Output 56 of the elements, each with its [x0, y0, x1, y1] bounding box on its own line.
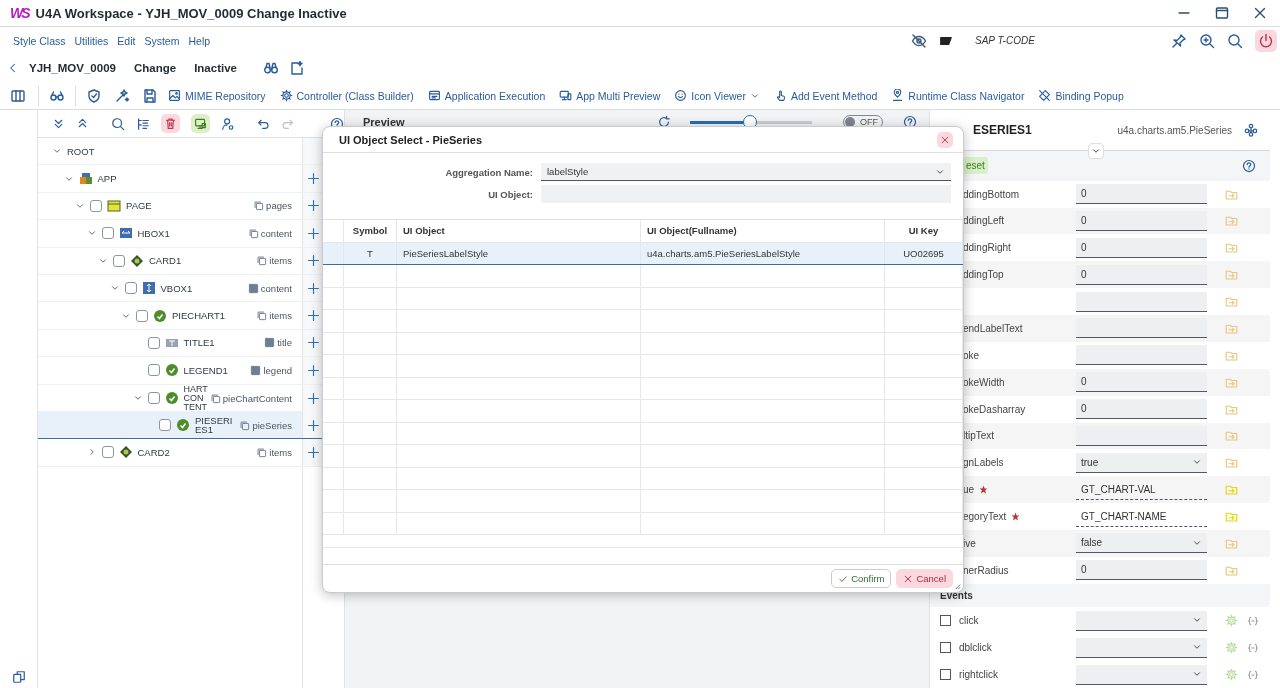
property-label: ddingTop	[963, 269, 1004, 281]
property-label: okeWidth	[963, 376, 1005, 388]
aggregation-label: content	[247, 282, 292, 294]
property-label: ue	[963, 484, 975, 496]
aggregation-label: pages	[253, 200, 292, 212]
mode-label: Change	[133, 62, 177, 74]
event-label: click	[959, 615, 979, 627]
aggregation-label: pieChartContent	[209, 392, 292, 404]
aggregation-label: items	[256, 447, 292, 458]
node-name: CARD2	[137, 448, 170, 457]
column-header: UI Object	[397, 220, 641, 242]
aggregation-label: legend	[250, 364, 292, 376]
column-header: UI Object(Fullname)	[641, 220, 885, 242]
panel-title: ESERIES1	[973, 123, 1032, 138]
aggregation-label: pieSeries	[239, 419, 292, 431]
aggregation-label: title	[264, 337, 292, 349]
column-header: UI Key	[885, 220, 963, 242]
table-cell: u4a.charts.am5.PieSeriesLabelStyle	[641, 242, 885, 264]
node-name: ROOT	[67, 146, 95, 156]
node-name: LEGEND1	[183, 365, 228, 375]
property-label: ltipText	[963, 430, 995, 442]
table-cell: UO02695	[885, 242, 963, 264]
status-label: Inactive	[194, 62, 237, 74]
column-header: Symbol	[344, 220, 397, 242]
property-label: gnLabels	[963, 457, 1004, 469]
property-label: ddingLeft	[963, 215, 1005, 227]
property-label: ddingBottom	[963, 188, 1020, 200]
table-cell: PieSeriesLabelStyle	[397, 242, 641, 264]
field-label: Aggregation Name:	[444, 166, 533, 178]
event-label: dblclick	[959, 642, 992, 654]
panel-title: Preview	[363, 116, 405, 128]
property-label: ive	[963, 538, 976, 549]
node-name: VBOX1	[160, 283, 193, 293]
app-logo: WS	[10, 5, 29, 21]
node-name: APP	[97, 174, 117, 184]
property-label: okeDasharray	[963, 403, 1026, 415]
node-name: PAGE	[126, 201, 152, 211]
event-label: rightclick	[959, 669, 998, 681]
table-cell: T	[344, 242, 397, 264]
field-label: UI Object:	[487, 188, 533, 200]
node-name: PIECHART1	[172, 311, 226, 321]
property-label: ddingRight	[963, 242, 1011, 254]
aggregation-label: items	[256, 310, 292, 322]
node-name: CARD1	[149, 256, 182, 266]
node-name: TITLE1	[183, 338, 215, 348]
aggregation-label: content	[247, 227, 292, 239]
node-name: HBOX1	[137, 228, 170, 238]
window-title: U4A Workspace - YJH_MOV_0009 Change Inactive	[35, 5, 347, 21]
property-label: oke	[963, 349, 980, 361]
node-name: PIESERIES1	[195, 416, 234, 435]
property-label: nerRadius	[963, 564, 1009, 576]
property-label: egoryText	[963, 511, 1007, 523]
property-label: endLabelText	[963, 323, 1023, 334]
app-id: YJH_MOV_0009	[29, 62, 116, 74]
class-name: u4a.charts.am5.PieSeries	[1117, 124, 1232, 136]
aggregation-label: items	[256, 255, 292, 267]
